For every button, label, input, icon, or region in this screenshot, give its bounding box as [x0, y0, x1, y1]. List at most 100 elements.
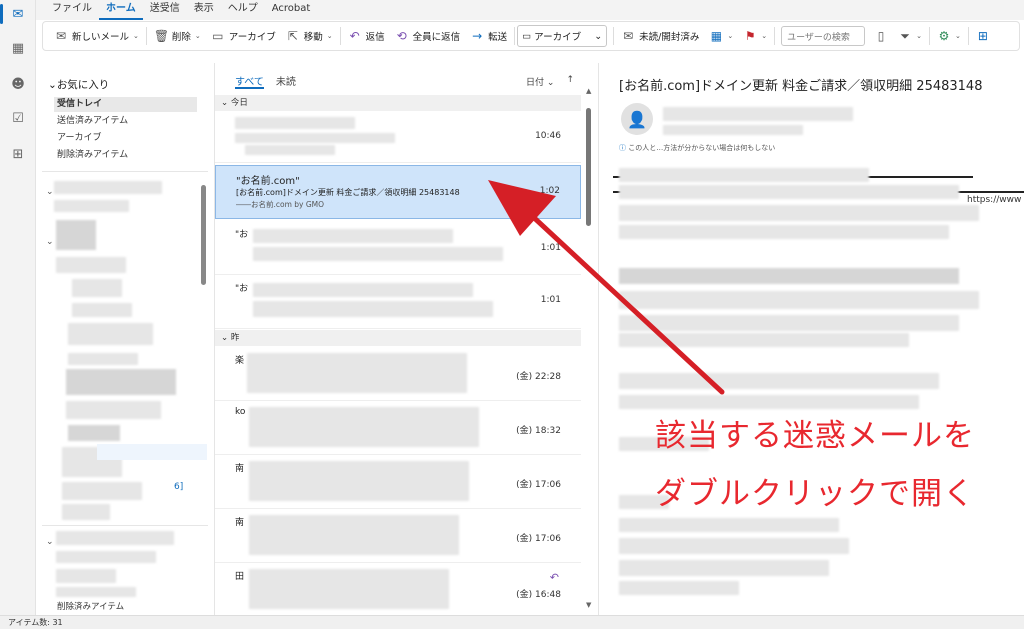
- menu-bar: ファイル ホーム 送受信 表示 ヘルプ Acrobat: [36, 0, 1024, 20]
- menu-home[interactable]: ホーム: [99, 0, 143, 20]
- list-item[interactable]: 南 (金) 17:06: [215, 509, 581, 563]
- filter-button[interactable]: ⏷ ⌄: [893, 25, 927, 47]
- divider: [514, 27, 516, 45]
- folder-highlight: [97, 444, 207, 460]
- new-mail-button[interactable]: ✉ 新しいメール ⌄: [49, 25, 144, 47]
- reply-all-button[interactable]: ⟲ 全員に返信: [390, 25, 466, 47]
- folder-deleted-account2[interactable]: 削除済みアイテム: [54, 600, 197, 615]
- redacted-text: [249, 461, 469, 501]
- favorites-header[interactable]: ⌄お気に入り: [48, 77, 109, 92]
- folder-scrollbar[interactable]: [201, 185, 206, 285]
- redacted-body: [619, 581, 739, 595]
- info-note: ⓘ この人と…方法が分からない場合は何もしない: [619, 143, 775, 153]
- tasks-icon[interactable]: ☑: [9, 110, 27, 126]
- list-item[interactable]: 南 (金) 17:06: [215, 455, 581, 509]
- mail-icon[interactable]: ✉: [0, 4, 27, 24]
- new-mail-label: 新しいメール: [72, 32, 130, 43]
- categorize-button[interactable]: ▦ ⌄: [704, 25, 738, 47]
- message-time: (金) 16:48: [516, 590, 561, 600]
- outlook-window: ✉ ▦ ☻ ☑ ⊞ ファイル ホーム 送受信 表示 ヘルプ Acrobat ✉ …: [0, 0, 1024, 629]
- list-item[interactable]: 田 ↶ (金) 16:48: [215, 563, 581, 615]
- scroll-up-arrow-icon[interactable]: ▲: [586, 87, 591, 95]
- chevron-down-icon[interactable]: ⌄: [46, 537, 54, 547]
- chevron-down-icon: ⌄: [594, 30, 603, 42]
- redacted-body: [619, 395, 919, 409]
- redacted-folder: [66, 369, 176, 395]
- redacted-body: [619, 268, 959, 284]
- people-icon[interactable]: ☻: [9, 76, 27, 92]
- list-item[interactable]: "お 1:01: [215, 221, 581, 275]
- sort-direction-arrow-icon[interactable]: ↑: [566, 75, 574, 88]
- chevron-down-icon[interactable]: ⌄: [195, 32, 201, 40]
- folder-deleted[interactable]: 削除済みアイテム: [54, 148, 197, 163]
- reply-button[interactable]: ↶ 返信: [343, 25, 390, 47]
- delete-button[interactable]: 🗑 削除 ⌄: [149, 25, 206, 47]
- list-item[interactable]: 楽 (金) 22:28: [215, 347, 581, 401]
- redacted-text: [235, 133, 395, 143]
- forward-button[interactable]: → 転送: [465, 25, 512, 47]
- divider: [42, 171, 208, 172]
- tab-unread[interactable]: 未読: [276, 73, 296, 89]
- list-item[interactable]: "お 1:01: [215, 275, 581, 329]
- message-time: 10:46: [535, 131, 561, 141]
- chevron-down-icon[interactable]: ⌄: [46, 187, 54, 197]
- menu-help[interactable]: ヘルプ: [221, 0, 265, 20]
- message-time: 1:02: [539, 186, 560, 196]
- redacted-body: [619, 560, 829, 576]
- archive-button[interactable]: ▭ アーカイブ: [206, 25, 281, 47]
- message-time: (金) 17:06: [516, 534, 561, 544]
- message-sender: 田: [235, 572, 245, 582]
- message-sender: 南: [235, 464, 245, 474]
- address-book-icon: ▯: [877, 29, 885, 43]
- apps-button[interactable]: ⊞: [971, 25, 995, 47]
- reply-icon: ↶: [349, 29, 360, 43]
- chevron-down-icon[interactable]: ⌄: [133, 32, 139, 40]
- redacted-folder: [54, 200, 129, 212]
- sort-by-date-button[interactable]: 日付 ⌄: [526, 75, 554, 88]
- folder-inbox[interactable]: 受信トレイ: [54, 97, 197, 112]
- list-item[interactable]: 10:46: [215, 111, 581, 163]
- categorize-icon: ▦: [710, 29, 723, 43]
- chevron-down-icon[interactable]: ⌄: [46, 237, 54, 247]
- grid-icon: ⊞: [977, 29, 988, 43]
- folder-sent[interactable]: 送信済みアイテム: [54, 114, 197, 129]
- group-header-today[interactable]: ⌄ 今日: [215, 95, 581, 111]
- quick-step-label: アーカイブ: [534, 32, 582, 43]
- redacted-folder: [68, 353, 138, 365]
- move-button[interactable]: ⇱ 移動 ⌄: [281, 25, 338, 47]
- tab-all[interactable]: すべて: [235, 73, 264, 89]
- chevron-down-icon[interactable]: ⌄: [327, 32, 333, 40]
- flag-button[interactable]: ⚑ ⌄: [738, 25, 772, 47]
- calendar-icon[interactable]: ▦: [9, 40, 27, 56]
- menu-acrobat[interactable]: Acrobat: [265, 0, 318, 20]
- quick-step-select[interactable]: ▭ アーカイブ ⌄: [517, 25, 608, 47]
- url-text[interactable]: https://www: [967, 195, 1021, 205]
- reply-label: 返信: [365, 32, 385, 43]
- folder-archive[interactable]: アーカイブ: [54, 131, 197, 146]
- list-item-selected[interactable]: "お名前.com" [お名前.com]ドメイン更新 料金ご請求／領収明細 254…: [215, 165, 581, 219]
- archive-icon: ▭: [522, 30, 532, 42]
- message-sender: 南: [235, 518, 245, 528]
- menu-file[interactable]: ファイル: [45, 0, 99, 20]
- apps-icon[interactable]: ⊞: [9, 146, 27, 162]
- redacted-folder: [72, 303, 132, 317]
- flag-icon: ⚑: [744, 29, 756, 43]
- scroll-down-arrow-icon[interactable]: ▼: [586, 601, 591, 609]
- message-sender: ko: [235, 407, 246, 417]
- redacted-sender: [663, 125, 803, 135]
- menu-view[interactable]: 表示: [187, 0, 221, 20]
- group-header-yesterday[interactable]: ⌄ 昨: [215, 330, 581, 346]
- redacted-text: [249, 515, 459, 555]
- address-book-button[interactable]: ▯: [869, 25, 893, 47]
- read-unread-button[interactable]: ✉ 未読/開封済み: [616, 25, 704, 47]
- list-item[interactable]: ko (金) 18:32: [215, 401, 581, 455]
- menu-send-receive[interactable]: 送受信: [143, 0, 187, 20]
- message-list-scrollbar[interactable]: [586, 108, 591, 226]
- user-search-input[interactable]: ユーザーの検索: [781, 26, 866, 46]
- read-unread-label: 未読/開封済み: [639, 32, 700, 43]
- divider: [145, 27, 147, 45]
- move-label: 移動: [303, 32, 323, 43]
- redacted-folder: [56, 569, 116, 583]
- rules-button[interactable]: ⚙ ⌄: [932, 25, 966, 47]
- divider: [42, 525, 208, 526]
